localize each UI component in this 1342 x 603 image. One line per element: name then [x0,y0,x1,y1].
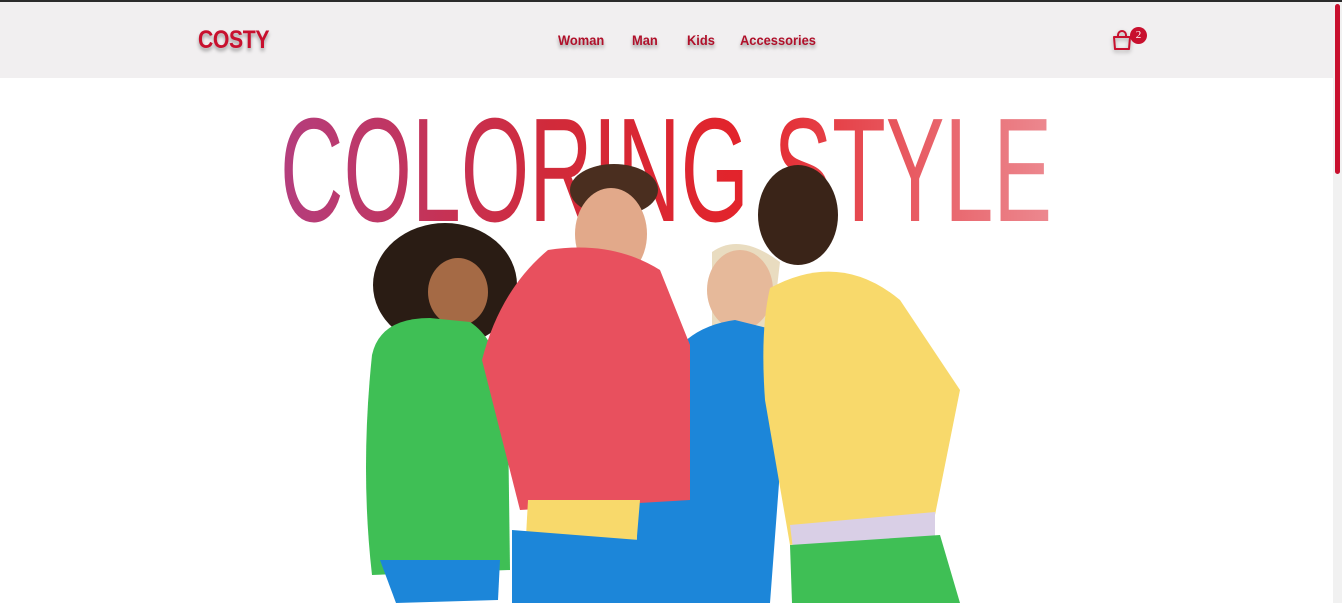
model-green-hoodie [366,223,517,603]
model-yellow-hoodie [758,165,960,603]
scrollbar-thumb[interactable] [1335,4,1340,174]
hero-image [0,0,1342,603]
models-illustration [366,164,960,603]
